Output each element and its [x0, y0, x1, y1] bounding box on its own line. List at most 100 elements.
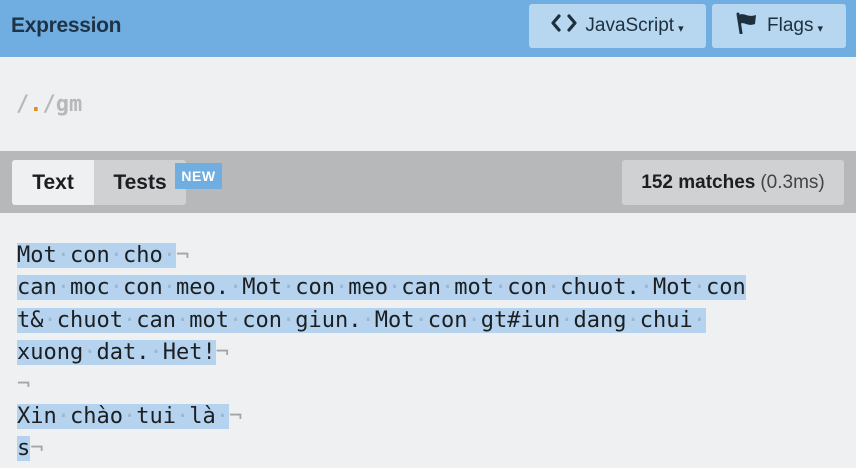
match-char: n: [43, 275, 57, 300]
match-char: M: [17, 243, 31, 268]
match-char: c: [56, 308, 70, 333]
match-char: a: [109, 340, 123, 365]
match-char: c: [427, 308, 441, 333]
match-char: e: [361, 275, 375, 300]
match-char: n: [427, 275, 441, 300]
match-char: n: [43, 404, 57, 429]
match-char: .: [348, 308, 362, 333]
match-char: o: [202, 308, 216, 333]
space-marker: ·: [467, 308, 481, 333]
match-char: .: [626, 275, 640, 300]
match-char: d: [96, 340, 110, 365]
match-char: t: [123, 340, 137, 365]
test-text-editor[interactable]: Mot·con·cho·¬ can·moc·con·meo.·Mot·con·m…: [0, 213, 856, 468]
expression-close-delimiter: /: [42, 92, 56, 117]
match-char: c: [123, 243, 137, 268]
tab-text[interactable]: Text: [12, 160, 94, 205]
match-char: a: [30, 275, 44, 300]
match-char: t: [494, 308, 508, 333]
match-char: n: [56, 340, 70, 365]
match-char: o: [43, 340, 57, 365]
line-end-marker: ¬: [17, 372, 31, 397]
match-char: o: [255, 308, 269, 333]
space-marker: ·: [282, 308, 296, 333]
match-char: t: [17, 308, 31, 333]
match-char: a: [149, 308, 163, 333]
match-char: n: [533, 275, 547, 300]
match-char: m: [70, 275, 84, 300]
space-marker: ·: [560, 308, 574, 333]
match-char: o: [109, 404, 123, 429]
match-char: n: [149, 275, 163, 300]
flags-dropdown-button[interactable]: Flags ▾: [712, 4, 846, 48]
match-char: t: [679, 275, 693, 300]
match-char: n: [547, 308, 561, 333]
match-char: e: [176, 340, 190, 365]
space-marker: ·: [149, 340, 163, 365]
chevron-down-icon: ▾: [678, 22, 684, 35]
space-marker: ·: [109, 243, 123, 268]
match-char: t: [268, 275, 282, 300]
match-char: #: [507, 308, 521, 333]
space-marker: ·: [388, 275, 402, 300]
text-line: Mot·con·cho·¬: [17, 242, 189, 269]
match-char: à: [96, 404, 110, 429]
text-line: ¬: [17, 371, 30, 398]
match-char: h: [573, 275, 587, 300]
expression-title: Expression: [11, 14, 122, 37]
space-marker: ·: [43, 308, 57, 333]
expression-pattern: .: [29, 92, 43, 117]
text-line: s¬: [17, 435, 44, 462]
match-char: l: [189, 404, 203, 429]
match-char: i: [679, 308, 693, 333]
match-char: t: [480, 275, 494, 300]
space-marker: ·: [229, 308, 243, 333]
text-line: Xin·chào·tui·là·¬: [17, 403, 242, 430]
tab-tests[interactable]: Tests: [94, 160, 186, 205]
match-char: u: [149, 404, 163, 429]
match-char: n: [335, 308, 349, 333]
language-dropdown-button[interactable]: JavaScript ▾: [529, 4, 706, 48]
match-char: c: [96, 275, 110, 300]
match-char: t: [136, 404, 150, 429]
space-marker: ·: [176, 308, 190, 333]
match-char: n: [268, 308, 282, 333]
chevron-down-icon: ▾: [817, 22, 823, 35]
match-char: g: [295, 308, 309, 333]
match-char: à: [202, 404, 216, 429]
space-marker: ·: [692, 275, 706, 300]
match-char: g: [480, 308, 494, 333]
match-char: u: [533, 308, 547, 333]
text-line: xuong·dat.·Het!¬: [17, 339, 229, 366]
match-char: c: [242, 308, 256, 333]
match-char: M: [653, 275, 667, 300]
match-char: .: [215, 275, 229, 300]
match-char: X: [17, 404, 31, 429]
match-char: c: [401, 275, 415, 300]
match-char: c: [507, 275, 521, 300]
space-marker: ·: [176, 404, 190, 429]
match-char: o: [83, 243, 97, 268]
match-time: (0.3ms): [760, 171, 825, 193]
match-char: t: [215, 308, 229, 333]
match-char: u: [321, 308, 335, 333]
match-char: o: [600, 275, 614, 300]
language-label: JavaScript: [585, 15, 675, 36]
match-char: u: [83, 308, 97, 333]
space-marker: ·: [335, 275, 349, 300]
match-char: t: [189, 340, 203, 365]
match-char: i: [308, 308, 322, 333]
space-marker: ·: [229, 275, 243, 300]
match-char: &: [30, 308, 44, 333]
match-char: o: [719, 275, 733, 300]
match-char: g: [70, 340, 84, 365]
match-char: i: [30, 404, 44, 429]
expression-input[interactable]: /./gm: [16, 92, 82, 117]
line-end-marker: ¬: [215, 340, 229, 365]
match-char: h: [653, 308, 667, 333]
text-line: can·moc·con·meo.·Mot·con·meo·can·mot·con…: [17, 274, 746, 301]
flags-label: Flags: [767, 15, 814, 36]
space-marker: ·: [56, 243, 70, 268]
match-char: M: [374, 308, 388, 333]
match-char: n: [162, 308, 176, 333]
